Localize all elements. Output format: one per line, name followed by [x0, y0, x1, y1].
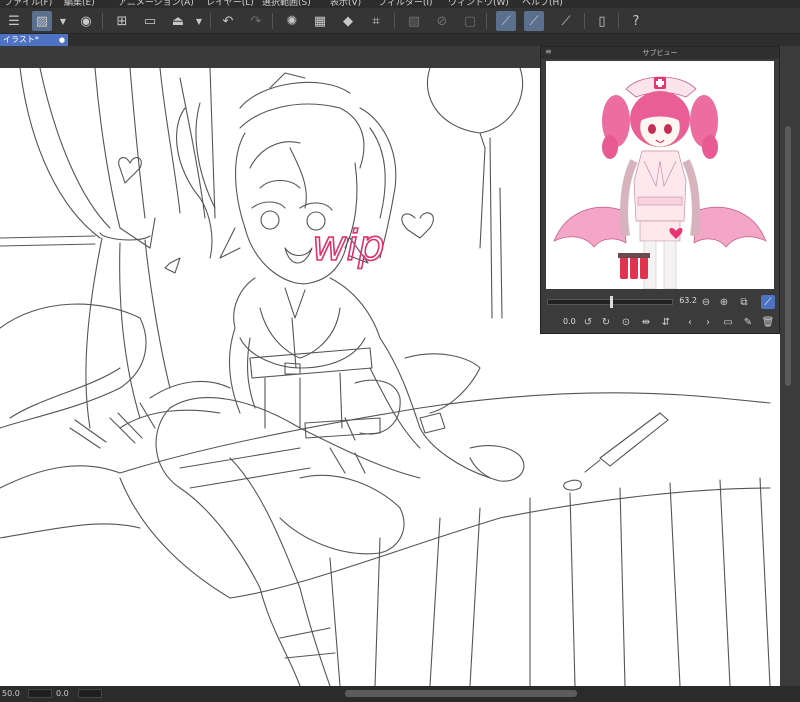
eyedropper-icon[interactable]: ⟋: [761, 295, 775, 309]
rotate-right-icon[interactable]: ↻: [599, 315, 613, 329]
zoom-in-icon[interactable]: ⊕: [717, 295, 731, 309]
zoom-slider-handle[interactable]: [610, 296, 613, 308]
rotation-angle[interactable]: 0.0: [56, 689, 69, 698]
delete-icon[interactable]: 🗑: [761, 315, 775, 329]
menu-view[interactable]: 表示(V): [330, 0, 361, 8]
next-image-icon[interactable]: ›: [701, 315, 715, 329]
canvas-icon[interactable]: ▨: [32, 11, 52, 31]
loading-icon[interactable]: ✺: [282, 11, 302, 31]
vertical-scroll-thumb[interactable]: [785, 126, 791, 386]
import-image-icon[interactable]: ▭: [721, 315, 735, 329]
select-all-icon[interactable]: ▧: [404, 11, 424, 31]
flip-horizontal-icon[interactable]: ⇹: [639, 315, 653, 329]
menu-bar: ファイル(F) 編集(E) アニメーション(A) レイヤー(L) 選択範囲(S)…: [0, 0, 800, 8]
menu-layer[interactable]: レイヤー(L): [206, 0, 254, 8]
pen-alt-icon[interactable]: ⟋: [524, 11, 544, 31]
camera-icon[interactable]: ◉: [76, 11, 96, 31]
document-tab-label: イラスト*: [3, 35, 39, 44]
redo-icon[interactable]: ↷: [246, 11, 266, 31]
rotation-value: 0.0: [563, 317, 576, 326]
clip-studio-window: ファイル(F) 編集(E) アニメーション(A) レイヤー(L) 選択範囲(S)…: [0, 0, 800, 702]
reference-image[interactable]: [546, 61, 774, 289]
deselect-icon[interactable]: ⊘: [432, 11, 452, 31]
toolbar-divider: [272, 13, 273, 29]
mask-icon[interactable]: ▢: [460, 11, 480, 31]
reference-artwork: [553, 76, 767, 289]
transform-icon[interactable]: ▦: [310, 11, 330, 31]
menu-filter[interactable]: フィルター(I): [378, 0, 433, 8]
menu-help[interactable]: ヘルプ(H): [522, 0, 563, 8]
undo-icon[interactable]: ↶: [218, 11, 238, 31]
flip-vertical-icon[interactable]: ⇵: [659, 315, 673, 329]
crop-icon[interactable]: ⌗: [366, 11, 386, 31]
new-file-icon[interactable]: ⊞: [112, 11, 132, 31]
status-bar: 50.0 0.0: [0, 686, 800, 702]
chevron-down-icon[interactable]: ▼: [58, 11, 68, 31]
fill-icon[interactable]: ◆: [338, 11, 358, 31]
toolbar-divider: [486, 13, 487, 29]
document-tab[interactable]: イラスト* ●: [0, 34, 68, 46]
horizontal-scroll-thumb[interactable]: [345, 690, 577, 697]
menu-animation[interactable]: アニメーション(A): [118, 0, 194, 8]
open-folder-icon[interactable]: ▭: [140, 11, 160, 31]
zoom-slider[interactable]: [547, 296, 673, 308]
zoom-value: 63.2: [679, 296, 697, 305]
pen-icon[interactable]: ⟋: [496, 11, 516, 31]
zoom-level[interactable]: 50.0: [2, 689, 20, 698]
zoom-slider-box[interactable]: [28, 689, 52, 698]
chevron-down-icon[interactable]: ▼: [194, 11, 204, 31]
menu-file[interactable]: ファイル(F): [4, 0, 52, 8]
previous-image-icon[interactable]: ‹: [683, 315, 697, 329]
fit-view-icon[interactable]: ⧉: [737, 295, 751, 309]
toolbar-divider: [210, 13, 211, 29]
menu-window[interactable]: ウィンドウ(W): [448, 0, 509, 8]
close-icon[interactable]: ●: [59, 34, 65, 46]
toolbar-divider: [618, 13, 619, 29]
save-icon[interactable]: ⏏: [168, 11, 188, 31]
subview-rotate-row: 0.0 ↺ ↻ ⊙ ⇹ ⇵ ‹ › ▭ ✎ 🗑: [541, 313, 779, 331]
document-tab-bar: イラスト* ●: [0, 34, 800, 46]
subview-panel: ≡ サブビュー 63.2 ⊖ ⊕ ⧉ ⟋ 0.0 ↺ ↻ ⊙ ⇹ ⇵ ‹ › ▭…: [540, 46, 780, 334]
toolbar-divider: [394, 13, 395, 29]
wip-overlay-text: wip: [312, 221, 385, 270]
menu-selection[interactable]: 選択範囲(S): [262, 0, 311, 8]
zoom-out-icon[interactable]: ⊖: [699, 295, 713, 309]
menu-icon[interactable]: ☰: [4, 11, 24, 31]
menu-edit[interactable]: 編集(E): [64, 0, 95, 8]
help-icon[interactable]: ?: [626, 11, 646, 31]
vertical-scrollbar[interactable]: [780, 46, 800, 686]
toolbar-divider: [102, 13, 103, 29]
edit-icon[interactable]: ✎: [741, 315, 755, 329]
command-bar: ☰ ▨ ▼ ◉ ⊞ ▭ ⏏ ▼ ↶ ↷ ✺ ▦ ◆ ⌗ ▧ ⊘ ▢ ⟋ ⟋ ⟋ …: [0, 8, 800, 34]
rotation-slider-box[interactable]: [78, 689, 102, 698]
reset-rotation-icon[interactable]: ⊙: [619, 315, 633, 329]
pencil-line-icon[interactable]: ⟋: [556, 11, 576, 31]
subview-zoom-row: 63.2 ⊖ ⊕ ⧉ ⟋: [541, 293, 779, 311]
tablet-icon[interactable]: ▯: [592, 11, 612, 31]
toolbar-divider: [584, 13, 585, 29]
subview-title: サブビュー: [642, 49, 678, 57]
rotate-left-icon[interactable]: ↺: [581, 315, 595, 329]
subview-header: ≡ サブビュー: [541, 47, 779, 59]
